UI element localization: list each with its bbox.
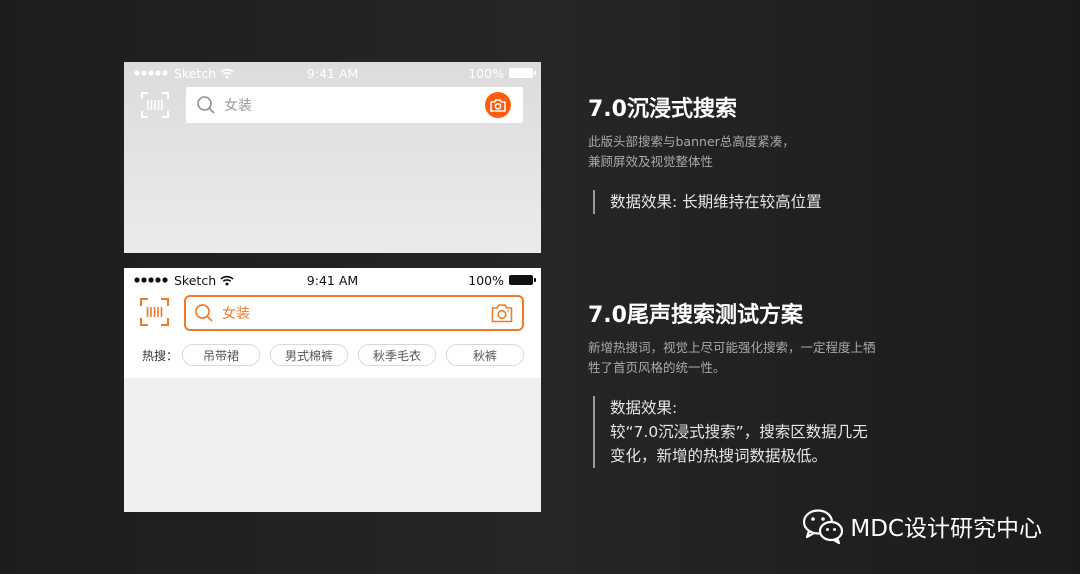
wechat-icon	[803, 509, 844, 544]
phone-mockup-immersive: Sketch 9:41 AM 100% 女装	[124, 62, 541, 253]
scan-icon[interactable]	[141, 92, 169, 118]
search-bar[interactable]: 女装	[184, 295, 524, 331]
section-immersive: 7.0沉浸式搜索 此版头部搜索与banner总高度紧凑， 兼顾屏效及视觉整体性 …	[588, 96, 918, 214]
section-title: 7.0尾声搜索测试方案	[588, 303, 803, 328]
search-bar[interactable]: 女装	[186, 87, 523, 123]
camera-button[interactable]	[485, 92, 511, 118]
phone-mockup-test: Sketch 9:41 AM 100% 女装 热搜： 吊带裙 男式棉裤 秋季毛衣…	[124, 268, 541, 512]
hot-search-chip[interactable]: 男式棉裤	[270, 344, 348, 366]
search-placeholder: 女装	[222, 306, 250, 322]
battery-icon	[509, 275, 536, 285]
battery-percent: 100%	[468, 272, 504, 288]
status-bar: Sketch 9:41 AM 100%	[124, 269, 541, 291]
section-description: 此版头部搜索与banner总高度紧凑， 兼顾屏效及视觉整体性	[588, 134, 795, 169]
hot-search-chip[interactable]: 秋裤	[446, 344, 524, 366]
section-test-plan: 7.0尾声搜索测试方案 新增热搜词，视觉上尽可能强化搜索，一定程度上牺 牲了首页…	[588, 302, 918, 468]
search-placeholder: 女装	[224, 98, 252, 114]
brand-footer: MDC设计研究中心	[802, 508, 1042, 544]
status-bar: Sketch 9:41 AM 100%	[124, 62, 541, 84]
data-effect-note: 数据效果: 长期维持在较高位置	[593, 190, 913, 214]
camera-icon	[490, 99, 506, 112]
search-icon	[197, 96, 215, 114]
section-description: 新增热搜词，视觉上尽可能强化搜索，一定程度上牺 牲了首页风格的统一性。	[588, 340, 876, 375]
hot-search-chip[interactable]: 吊带裙	[182, 344, 260, 366]
battery-percent: 100%	[468, 65, 504, 81]
camera-icon[interactable]	[491, 303, 513, 323]
hot-search-chip[interactable]: 秋季毛衣	[358, 344, 436, 366]
search-icon	[195, 304, 213, 322]
hot-search-row: 热搜： 吊带裙 男式棉裤 秋季毛衣 秋裤	[142, 344, 524, 366]
battery-icon	[509, 68, 536, 78]
slide-canvas: Sketch 9:41 AM 100% 女装 Sketch 9:41 AM 10…	[0, 0, 1080, 574]
scan-icon[interactable]	[140, 298, 169, 326]
hot-search-label: 热搜：	[142, 348, 179, 363]
brand-name: MDC设计研究中心	[850, 516, 1042, 542]
data-effect-note: 数据效果: 较“7.0沉浸式搜索”，搜索区数据几无 变化，新增的热搜词数据极低。	[593, 396, 913, 468]
section-title: 7.0沉浸式搜索	[588, 97, 737, 122]
